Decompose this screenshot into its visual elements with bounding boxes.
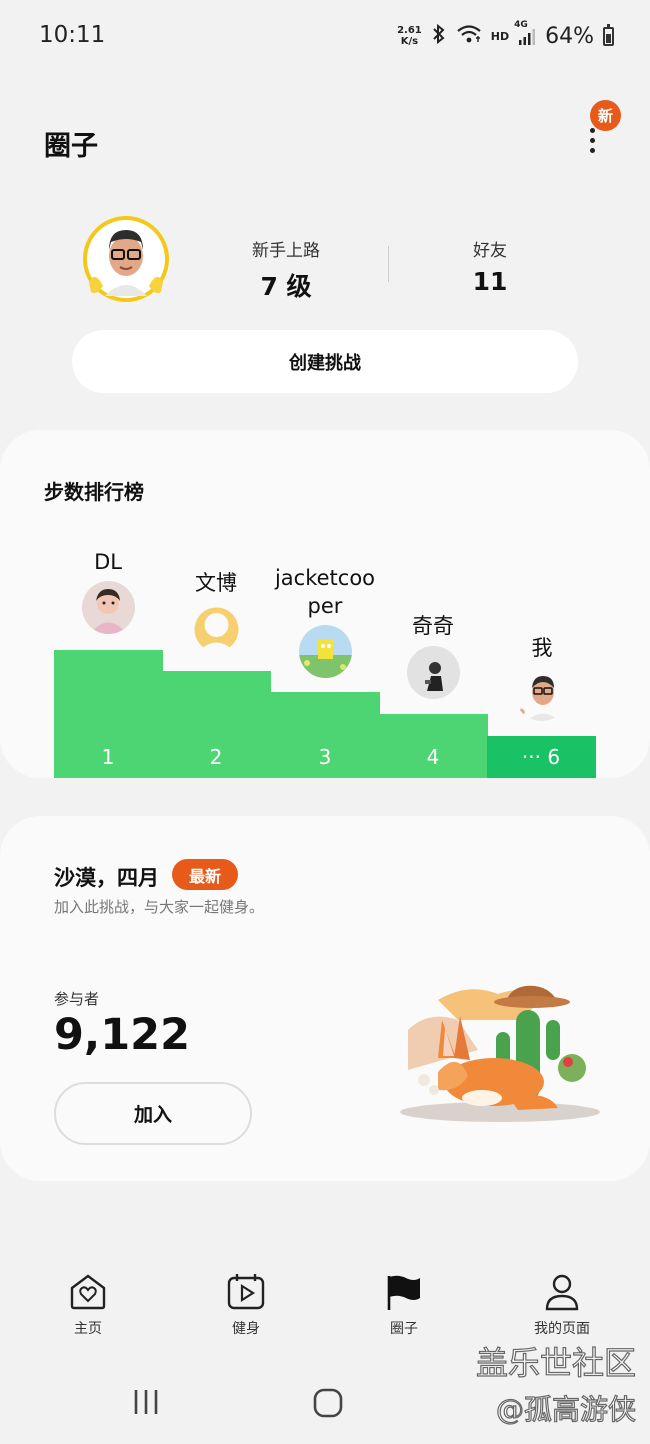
rank-number: 1 xyxy=(101,745,115,769)
nav-my-page-label: 我的页面 xyxy=(534,1321,590,1337)
nav-together-label: 圈子 xyxy=(390,1321,418,1337)
rank-number: 4 xyxy=(426,745,440,769)
rank-number: 3 xyxy=(318,745,332,769)
hd-voice-icon: HD xyxy=(490,29,510,43)
leaderboard-title: 步数排行榜 xyxy=(44,480,144,504)
recent-apps-icon xyxy=(134,1390,158,1414)
player-avatar[interactable] xyxy=(407,646,460,699)
signal-icon: 4G xyxy=(514,20,536,46)
player-avatar[interactable] xyxy=(82,581,135,634)
player-name: 文博 xyxy=(195,571,237,595)
nav-my-page[interactable]: 我的页面 xyxy=(512,1272,612,1338)
status-icons: 2.61 K/s HD 4G 64% xyxy=(397,20,614,52)
workout-play-icon xyxy=(226,1272,266,1312)
network-speed: 2.61 K/s xyxy=(397,25,422,47)
recent-apps-button[interactable] xyxy=(132,1388,160,1420)
bluetooth-icon xyxy=(431,23,447,49)
more-dot-icon xyxy=(589,147,595,153)
status-time: 10:11 xyxy=(39,22,106,48)
more-dot-icon xyxy=(589,127,595,133)
status-bar: 10:11 2.61 K/s HD 4G 64% xyxy=(0,0,650,72)
player-avatar[interactable] xyxy=(190,603,243,656)
network-type: 4G xyxy=(514,20,528,30)
new-badge: 新 xyxy=(590,100,621,131)
person-icon xyxy=(542,1272,582,1312)
player-name: 奇奇 xyxy=(412,614,454,638)
nav-together[interactable]: 圈子 xyxy=(354,1272,454,1338)
profile-avatar[interactable] xyxy=(83,216,169,302)
player-name: jacketcoo per xyxy=(274,566,376,618)
challenge-subtitle: 加入此挑战，与大家一起健身。 xyxy=(54,898,265,916)
nav-workout[interactable]: 健身 xyxy=(196,1272,296,1338)
level-value: 7 级 xyxy=(260,272,312,301)
challenge-title: 沙漠，四月 xyxy=(54,866,159,890)
stat-divider xyxy=(388,246,389,282)
friends-label: 好友 xyxy=(473,241,507,261)
level-stat: 新手上路 7 级 xyxy=(230,236,342,303)
player-name: 我 xyxy=(531,636,553,660)
watermark-author: @孤高游侠 xyxy=(495,1392,636,1426)
participants-label: 参与者 xyxy=(54,990,100,1008)
nav-workout-label: 健身 xyxy=(232,1321,260,1337)
home-heart-icon xyxy=(68,1272,108,1312)
watermark-title: 盖乐世社区 xyxy=(475,1343,636,1382)
friends-stat[interactable]: 好友 11 xyxy=(450,236,530,296)
page-title: 圈子 xyxy=(44,131,98,162)
latest-badge: 最新 xyxy=(172,859,238,890)
desert-fox-illustration xyxy=(398,980,603,1125)
level-label: 新手上路 xyxy=(252,241,320,261)
wifi-icon xyxy=(456,24,482,49)
join-button[interactable]: 加入 xyxy=(54,1082,252,1145)
battery-icon xyxy=(603,23,614,46)
player-name: DL xyxy=(94,550,122,574)
player-avatar[interactable] xyxy=(515,668,568,721)
player-avatar[interactable] xyxy=(299,625,352,678)
flag-icon xyxy=(384,1272,424,1312)
nav-home[interactable]: 主页 xyxy=(38,1272,138,1338)
battery-level: 64% xyxy=(545,23,594,49)
friends-value: 11 xyxy=(472,267,508,296)
rank-number: ··· 6 xyxy=(521,745,561,769)
network-speed-value: 2.61 xyxy=(397,25,422,36)
network-speed-unit: K/s xyxy=(400,36,419,47)
create-challenge-button[interactable]: 创建挑战 xyxy=(72,330,578,393)
home-system-button[interactable] xyxy=(313,1388,343,1422)
rank-number: 2 xyxy=(209,745,223,769)
nav-home-label: 主页 xyxy=(74,1321,102,1337)
more-dot-icon xyxy=(589,137,595,143)
participants-count: 9,122 xyxy=(54,1010,191,1060)
home-system-icon xyxy=(313,1388,343,1418)
